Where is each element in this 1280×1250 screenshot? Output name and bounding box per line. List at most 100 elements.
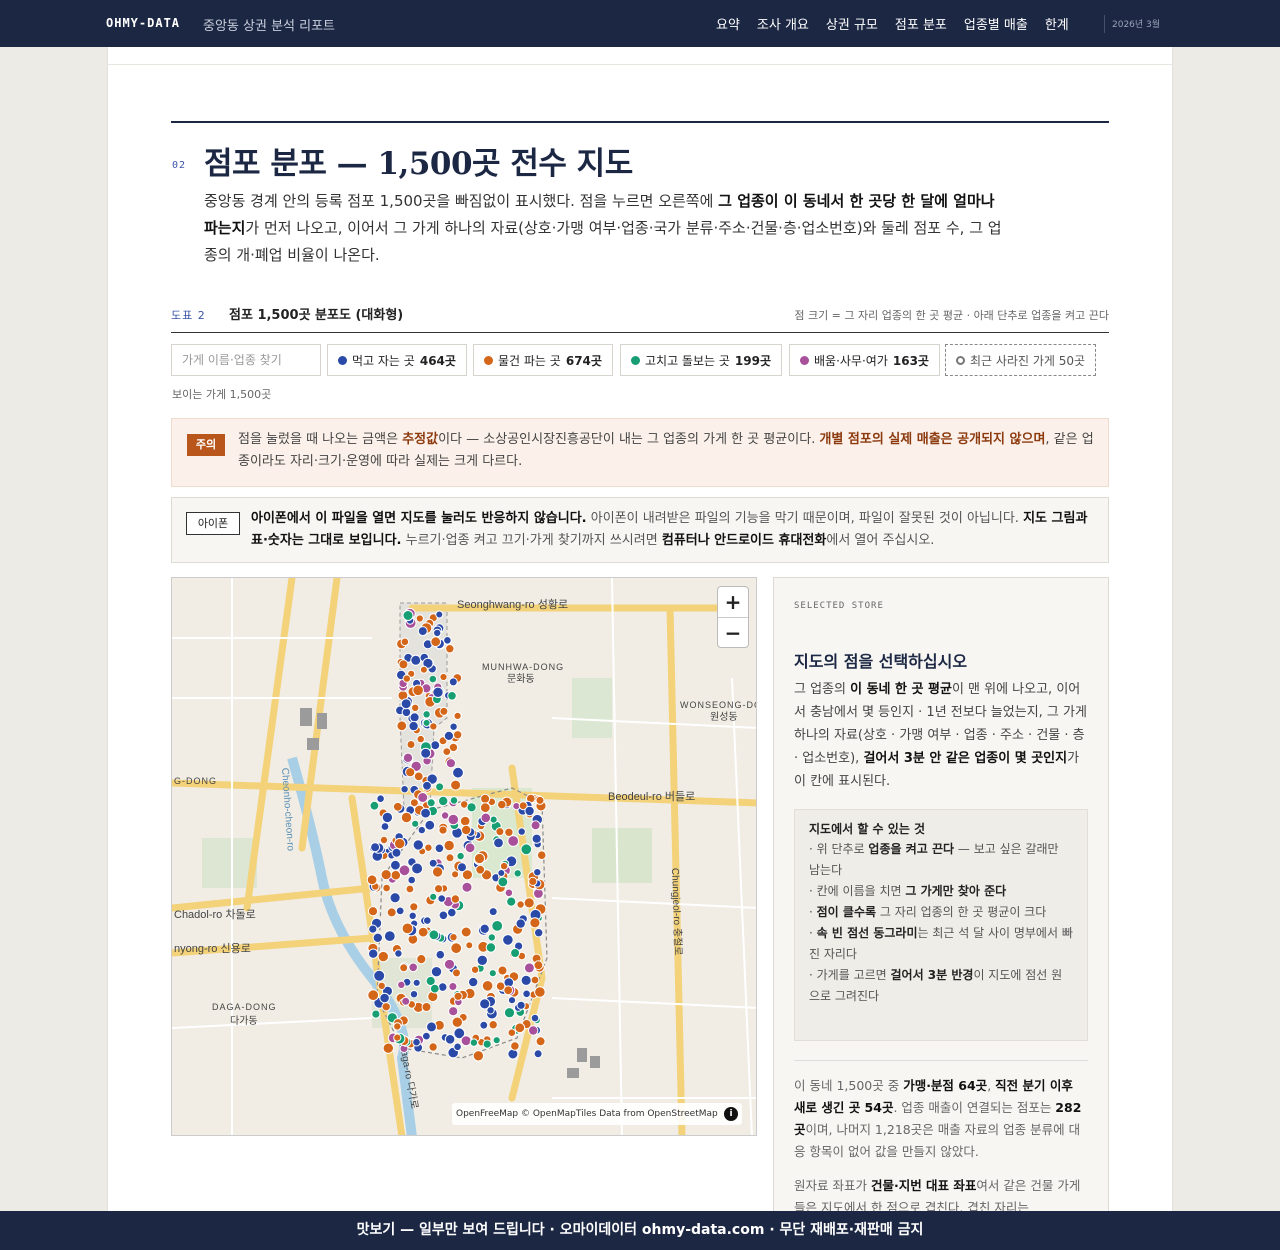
store-marker[interactable] xyxy=(469,1038,479,1047)
store-marker[interactable] xyxy=(410,654,422,666)
store-marker[interactable] xyxy=(393,1033,402,1042)
store-marker[interactable] xyxy=(434,843,445,854)
store-marker[interactable] xyxy=(497,869,506,877)
store-marker[interactable] xyxy=(449,722,458,731)
store-marker[interactable] xyxy=(430,740,441,751)
store-marker[interactable] xyxy=(533,1049,543,1059)
store-marker[interactable] xyxy=(438,825,448,835)
store-marker[interactable] xyxy=(429,892,438,901)
store-marker[interactable] xyxy=(379,992,390,1004)
store-marker[interactable] xyxy=(524,805,535,817)
nav-item-limitations[interactable]: 한계 xyxy=(1045,14,1069,33)
map-canvas[interactable]: Seonghwang-ro 성황로 MUNHWA-DONG 문화동 WONSEO… xyxy=(172,578,757,1136)
store-marker[interactable] xyxy=(435,949,446,960)
store-marker[interactable] xyxy=(430,966,443,978)
store-marker[interactable] xyxy=(482,1039,492,1049)
store-marker[interactable] xyxy=(529,917,541,929)
store-marker[interactable] xyxy=(479,802,491,814)
brand-logo[interactable]: OHMY-DATA xyxy=(106,16,180,30)
store-marker[interactable] xyxy=(402,674,412,683)
store-marker[interactable] xyxy=(516,900,525,909)
store-marker[interactable] xyxy=(492,1036,501,1045)
store-marker[interactable] xyxy=(443,839,455,852)
store-marker[interactable] xyxy=(411,819,420,828)
store-marker[interactable] xyxy=(439,706,449,716)
store-marker[interactable] xyxy=(382,883,391,893)
store-marker[interactable] xyxy=(412,978,421,987)
store-marker[interactable] xyxy=(533,868,542,877)
filter-chip-repair-care[interactable]: 고치고 돌보는 곳 199곳 xyxy=(620,344,783,376)
store-marker[interactable] xyxy=(491,920,504,932)
store-marker[interactable] xyxy=(530,820,541,831)
store-marker[interactable] xyxy=(422,1031,431,1041)
store-marker[interactable] xyxy=(412,839,425,851)
store-marker[interactable] xyxy=(395,906,405,916)
store-marker[interactable] xyxy=(411,703,420,713)
store-marker[interactable] xyxy=(451,870,460,879)
store-marker[interactable] xyxy=(523,897,535,909)
store-marker[interactable] xyxy=(383,930,396,943)
store-marker[interactable] xyxy=(428,929,440,941)
store-marker[interactable] xyxy=(397,980,406,989)
store-marker[interactable] xyxy=(398,864,411,877)
store-marker[interactable] xyxy=(367,989,380,1002)
store-marker[interactable] xyxy=(503,985,514,996)
store-marker[interactable] xyxy=(373,969,386,982)
store-marker[interactable] xyxy=(417,626,428,637)
store-marker[interactable] xyxy=(459,815,471,827)
store-marker[interactable] xyxy=(377,950,390,963)
store-marker[interactable] xyxy=(479,1020,489,1030)
store-marker[interactable] xyxy=(380,822,390,831)
store-marker[interactable] xyxy=(420,747,432,759)
store-marker[interactable] xyxy=(453,991,463,1001)
store-marker[interactable] xyxy=(368,924,378,934)
store-marker[interactable] xyxy=(495,827,505,837)
info-icon[interactable]: i xyxy=(724,1107,738,1121)
store-marker[interactable] xyxy=(376,794,385,803)
store-marker[interactable] xyxy=(520,974,532,986)
store-marker[interactable] xyxy=(449,933,458,942)
store-marker[interactable] xyxy=(445,853,455,863)
store-marker[interactable] xyxy=(429,983,440,994)
store-marker[interactable] xyxy=(377,981,386,990)
store-marker[interactable] xyxy=(510,948,521,958)
nav-item-overview[interactable]: 조사 개요 xyxy=(757,14,809,33)
store-marker[interactable] xyxy=(489,815,498,824)
store-marker[interactable] xyxy=(428,1042,438,1052)
store-marker[interactable] xyxy=(435,610,444,619)
store-marker[interactable] xyxy=(426,1021,437,1033)
store-search-input[interactable] xyxy=(171,344,321,376)
store-marker[interactable] xyxy=(461,824,472,836)
store-marker[interactable] xyxy=(447,813,460,826)
store-marker[interactable] xyxy=(424,819,436,831)
store-marker[interactable] xyxy=(447,691,457,701)
store-marker[interactable] xyxy=(488,969,497,978)
store-marker[interactable] xyxy=(416,734,425,744)
store-marker[interactable] xyxy=(405,884,415,894)
store-marker[interactable] xyxy=(443,958,456,970)
store-marker[interactable] xyxy=(515,918,526,929)
store-marker[interactable] xyxy=(401,996,411,1006)
store-marker[interactable] xyxy=(516,1000,526,1010)
store-marker[interactable] xyxy=(530,975,540,985)
store-marker[interactable] xyxy=(371,1009,381,1019)
filter-chip-retail[interactable]: 물건 파는 곳 674곳 xyxy=(473,344,613,376)
store-marker[interactable] xyxy=(412,1037,421,1047)
store-marker[interactable] xyxy=(460,1035,472,1047)
store-marker[interactable] xyxy=(419,665,428,674)
store-marker[interactable] xyxy=(422,780,432,791)
store-marker[interactable] xyxy=(447,907,457,918)
store-marker[interactable] xyxy=(406,740,416,749)
store-marker[interactable] xyxy=(450,894,461,904)
store-marker[interactable] xyxy=(391,847,402,858)
attribution-text[interactable]: OpenFreeMap © OpenMapTiles Data from Ope… xyxy=(456,1109,718,1119)
store-marker[interactable] xyxy=(432,686,444,699)
store-marker[interactable] xyxy=(479,998,491,1010)
store-marker[interactable] xyxy=(408,911,417,920)
filter-chip-education-office-leisure[interactable]: 배움·사무·여가 163곳 xyxy=(789,344,940,376)
store-marker[interactable] xyxy=(514,1022,526,1034)
filter-chip-food-lodging[interactable]: 먹고 자는 곳 464곳 xyxy=(327,344,467,376)
store-marker[interactable] xyxy=(438,910,449,921)
store-marker[interactable] xyxy=(522,989,531,999)
store-marker[interactable] xyxy=(453,1042,462,1052)
